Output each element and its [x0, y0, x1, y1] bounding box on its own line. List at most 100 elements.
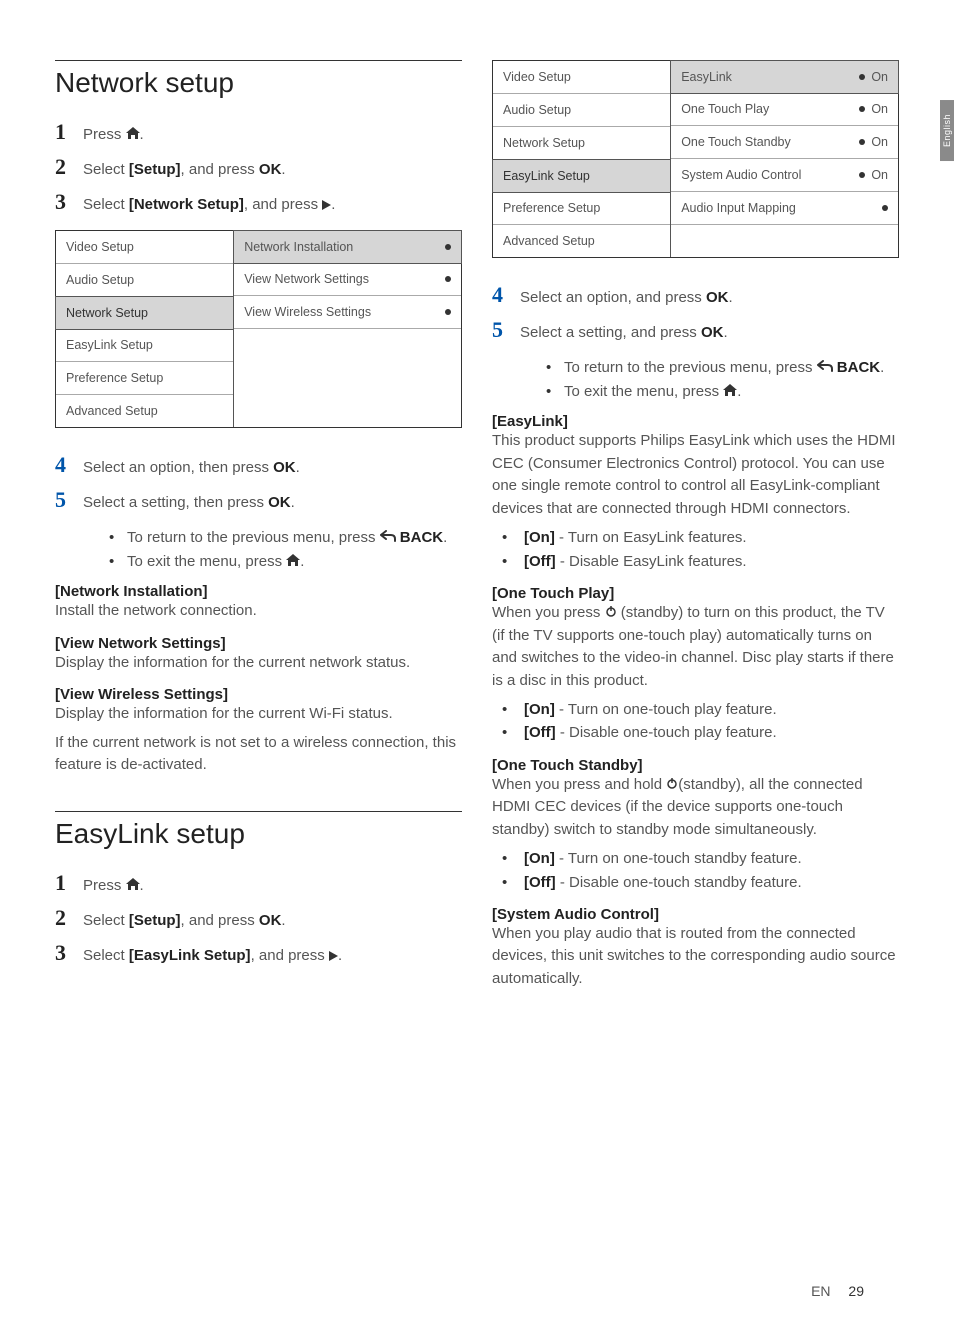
step-number: 5 — [492, 313, 520, 346]
off-label: [Off] — [524, 724, 556, 741]
menu-item-network-setup[interactable]: Network Setup — [55, 296, 234, 330]
easylink-setup-label: [EasyLink Setup] — [129, 947, 251, 964]
option-audio-input-mapping[interactable]: Audio Input Mapping — [671, 192, 898, 225]
section-rule — [55, 811, 462, 812]
text: - Turn on one-touch play feature. — [555, 701, 777, 718]
subheading-system-audio-control: [System Audio Control] — [492, 906, 899, 923]
option-value — [445, 276, 451, 282]
option-value — [445, 309, 451, 315]
option-view-network-settings[interactable]: View Network Settings — [234, 263, 461, 296]
text-view-wireless-settings-2: If the current network is not set to a w… — [55, 732, 462, 777]
text: . — [723, 324, 727, 341]
step-text: Select a setting, and press OK. — [520, 322, 899, 345]
option-system-audio-control[interactable]: System Audio Control On — [671, 159, 898, 192]
text: - Disable EasyLink features. — [556, 553, 747, 570]
dot-icon — [859, 139, 865, 145]
step-4: 4 Select an option, and press OK. — [492, 278, 899, 311]
menu-categories: Video Setup Audio Setup Network Setup Ea… — [493, 61, 671, 257]
text: Select — [83, 912, 129, 929]
home-icon — [126, 875, 140, 898]
step-text: Press . — [83, 875, 462, 898]
easylink-menu: Video Setup Audio Setup Network Setup Ea… — [492, 60, 899, 258]
step-2: 2 Select [Setup], and press OK. — [55, 901, 462, 934]
setup-label: [Setup] — [129, 912, 181, 929]
option-label: Audio Input Mapping — [681, 201, 796, 215]
text-easylink: This product supports Philips EasyLink w… — [492, 430, 899, 520]
menu-options: EasyLink On One Touch Play On One Touch … — [671, 61, 898, 257]
page-columns: Network setup 1 Press . 2 Select [Setup]… — [55, 60, 899, 996]
instruction-return: To return to the previous menu, press BA… — [540, 356, 899, 380]
text: To return to the previous menu, press — [127, 529, 380, 546]
menu-item-video-setup[interactable]: Video Setup — [56, 231, 233, 264]
menu-item-easylink-setup[interactable]: EasyLink Setup — [56, 329, 233, 362]
ots-options: [On] - Turn on one-touch standby feature… — [492, 847, 899, 894]
left-column: Network setup 1 Press . 2 Select [Setup]… — [55, 60, 462, 996]
menu-item-easylink-setup[interactable]: EasyLink Setup — [492, 159, 671, 193]
text: Press — [83, 126, 126, 143]
ok-label: OK — [259, 912, 282, 929]
text: When you press — [492, 604, 605, 621]
text-one-touch-play: When you press (standby) to turn on this… — [492, 602, 899, 692]
menu-item-video-setup[interactable]: Video Setup — [493, 61, 670, 94]
network-steps: 1 Press . 2 Select [Setup], and press OK… — [55, 115, 462, 218]
text: . — [281, 912, 285, 929]
option-view-wireless-settings[interactable]: View Wireless Settings — [234, 296, 461, 329]
menu-item-network-setup[interactable]: Network Setup — [493, 127, 670, 160]
text: , and press — [244, 196, 322, 213]
option-easylink[interactable]: EasyLink On — [670, 60, 899, 94]
heading-easylink-setup: EasyLink setup — [55, 818, 462, 850]
text: - Disable one-touch play feature. — [556, 724, 777, 741]
text: . — [291, 494, 295, 511]
text: Select — [83, 161, 129, 178]
text: , and press — [251, 947, 329, 964]
menu-item-preference-setup[interactable]: Preference Setup — [56, 362, 233, 395]
text: To return to the previous menu, press — [564, 359, 817, 376]
option-one-touch-play[interactable]: One Touch Play On — [671, 93, 898, 126]
option-label: EasyLink — [681, 70, 732, 84]
text: - Disable one-touch standby feature. — [556, 874, 802, 891]
value-text: On — [871, 102, 888, 116]
menu-item-audio-setup[interactable]: Audio Setup — [493, 94, 670, 127]
text-view-wireless-settings-1: Display the information for the current … — [55, 703, 462, 726]
step-number: 4 — [492, 278, 520, 311]
menu-categories: Video Setup Audio Setup Network Setup Ea… — [56, 231, 234, 427]
easylink-options: [On] - Turn on EasyLink features. [Off] … — [492, 526, 899, 573]
menu-item-advanced-setup[interactable]: Advanced Setup — [56, 395, 233, 427]
text: . — [296, 459, 300, 476]
option-one-touch-standby[interactable]: One Touch Standby On — [671, 126, 898, 159]
text: Select — [83, 196, 129, 213]
easylink-steps-cont: 4 Select an option, and press OK. 5 Sele… — [492, 278, 899, 346]
dot-icon — [859, 172, 865, 178]
menu-item-audio-setup[interactable]: Audio Setup — [56, 264, 233, 297]
menu-item-advanced-setup[interactable]: Advanced Setup — [493, 225, 670, 257]
step-number: 2 — [55, 901, 83, 934]
option-label: View Wireless Settings — [244, 305, 371, 319]
menu-options: Network Installation View Network Settin… — [234, 231, 461, 427]
dot-icon — [882, 205, 888, 211]
sub-instructions: To return to the previous menu, press BA… — [103, 526, 462, 573]
step-2: 2 Select [Setup], and press OK. — [55, 150, 462, 183]
network-steps-cont: 4 Select an option, then press OK. 5 Sel… — [55, 448, 462, 516]
step-1: 1 Press . — [55, 866, 462, 899]
text-view-network-settings: Display the information for the current … — [55, 652, 462, 675]
step-text: Select [Setup], and press OK. — [83, 910, 462, 933]
value-text: On — [871, 135, 888, 149]
otp-options: [On] - Turn on one-touch play feature. [… — [492, 698, 899, 745]
ok-label: OK — [259, 161, 282, 178]
step-number: 1 — [55, 115, 83, 148]
ok-label: OK — [706, 289, 729, 306]
menu-item-preference-setup[interactable]: Preference Setup — [493, 192, 670, 225]
text: Select an option, then press — [83, 459, 273, 476]
subheading-easylink: [EasyLink] — [492, 413, 899, 430]
network-menu: Video Setup Audio Setup Network Setup Ea… — [55, 230, 462, 428]
option-value: On — [859, 168, 888, 182]
off-label: [Off] — [524, 553, 556, 570]
option-network-installation[interactable]: Network Installation — [233, 230, 462, 264]
setup-label: [Setup] — [129, 161, 181, 178]
dot-icon — [445, 276, 451, 282]
ok-label: OK — [268, 494, 291, 511]
text: . — [281, 161, 285, 178]
home-icon — [286, 550, 300, 573]
value-text: On — [871, 168, 888, 182]
right-column: Video Setup Audio Setup Network Setup Ea… — [492, 60, 899, 996]
